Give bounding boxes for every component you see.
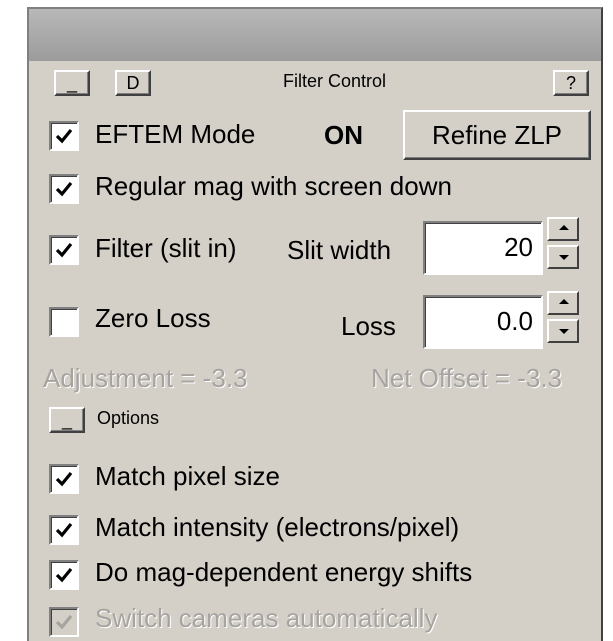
- filter-control-panel: _ D Filter Control ? EFTEM Mode ON Refin…: [27, 7, 603, 641]
- match-pixel-size-label: Match pixel size: [95, 461, 280, 491]
- slit-width-up-button[interactable]: [547, 217, 579, 241]
- slit-width-stepper[interactable]: [547, 217, 579, 273]
- mag-dependent-shifts-label: Do mag-dependent energy shifts: [95, 557, 473, 587]
- loss-label: Loss: [341, 311, 396, 341]
- refine-zlp-button[interactable]: Refine ZLP: [403, 110, 591, 160]
- checkmark-icon: [55, 522, 73, 538]
- match-pixel-size-checkbox[interactable]: [49, 464, 79, 494]
- zero-loss-checkbox[interactable]: [49, 307, 79, 337]
- arrow-down-icon: [559, 329, 569, 334]
- mag-dependent-shifts-checkbox[interactable]: [49, 560, 79, 590]
- regular-mag-label: Regular mag with screen down: [95, 171, 452, 201]
- help-button[interactable]: ?: [553, 70, 589, 96]
- regular-mag-checkbox[interactable]: [49, 174, 79, 204]
- checkmark-icon: [55, 567, 73, 583]
- match-intensity-checkbox[interactable]: [49, 515, 79, 545]
- switch-cameras-checkbox: [49, 607, 79, 637]
- options-label: Options: [97, 408, 160, 428]
- eftem-mode-label: EFTEM Mode: [95, 119, 256, 149]
- match-intensity-label: Match intensity (electrons/pixel): [95, 512, 460, 542]
- checkmark-icon: [55, 471, 73, 487]
- filter-label: Filter (slit in): [95, 233, 237, 263]
- slit-width-label: Slit width: [287, 235, 392, 265]
- net-offset-readout: Net Offset = -3.3: [371, 363, 563, 393]
- checkmark-icon: [55, 181, 73, 197]
- switch-cameras-label: Switch cameras automatically: [95, 603, 438, 633]
- arrow-up-icon: [559, 299, 569, 304]
- arrow-up-icon: [559, 225, 569, 230]
- loss-up-button[interactable]: [547, 291, 579, 315]
- options-collapse-button[interactable]: _: [49, 407, 85, 433]
- arrow-down-icon: [559, 255, 569, 260]
- slit-width-down-button[interactable]: [547, 245, 579, 269]
- loss-input[interactable]: 0.0: [423, 295, 543, 349]
- slit-width-input[interactable]: 20: [423, 221, 543, 275]
- collapse-button[interactable]: _: [54, 70, 90, 96]
- zero-loss-label: Zero Loss: [95, 303, 211, 333]
- panel-titlebar[interactable]: [29, 9, 601, 61]
- adjustment-readout: Adjustment = -3.3: [43, 363, 248, 393]
- filter-checkbox[interactable]: [49, 235, 79, 265]
- eftem-status: ON: [324, 120, 363, 150]
- loss-stepper[interactable]: [547, 291, 579, 347]
- eftem-mode-checkbox[interactable]: [49, 121, 79, 151]
- loss-down-button[interactable]: [547, 319, 579, 343]
- checkmark-icon: [55, 128, 73, 144]
- panel-title: Filter Control: [283, 71, 387, 91]
- checkmark-icon: [55, 614, 73, 630]
- d-button[interactable]: D: [115, 70, 151, 96]
- checkmark-icon: [55, 242, 73, 258]
